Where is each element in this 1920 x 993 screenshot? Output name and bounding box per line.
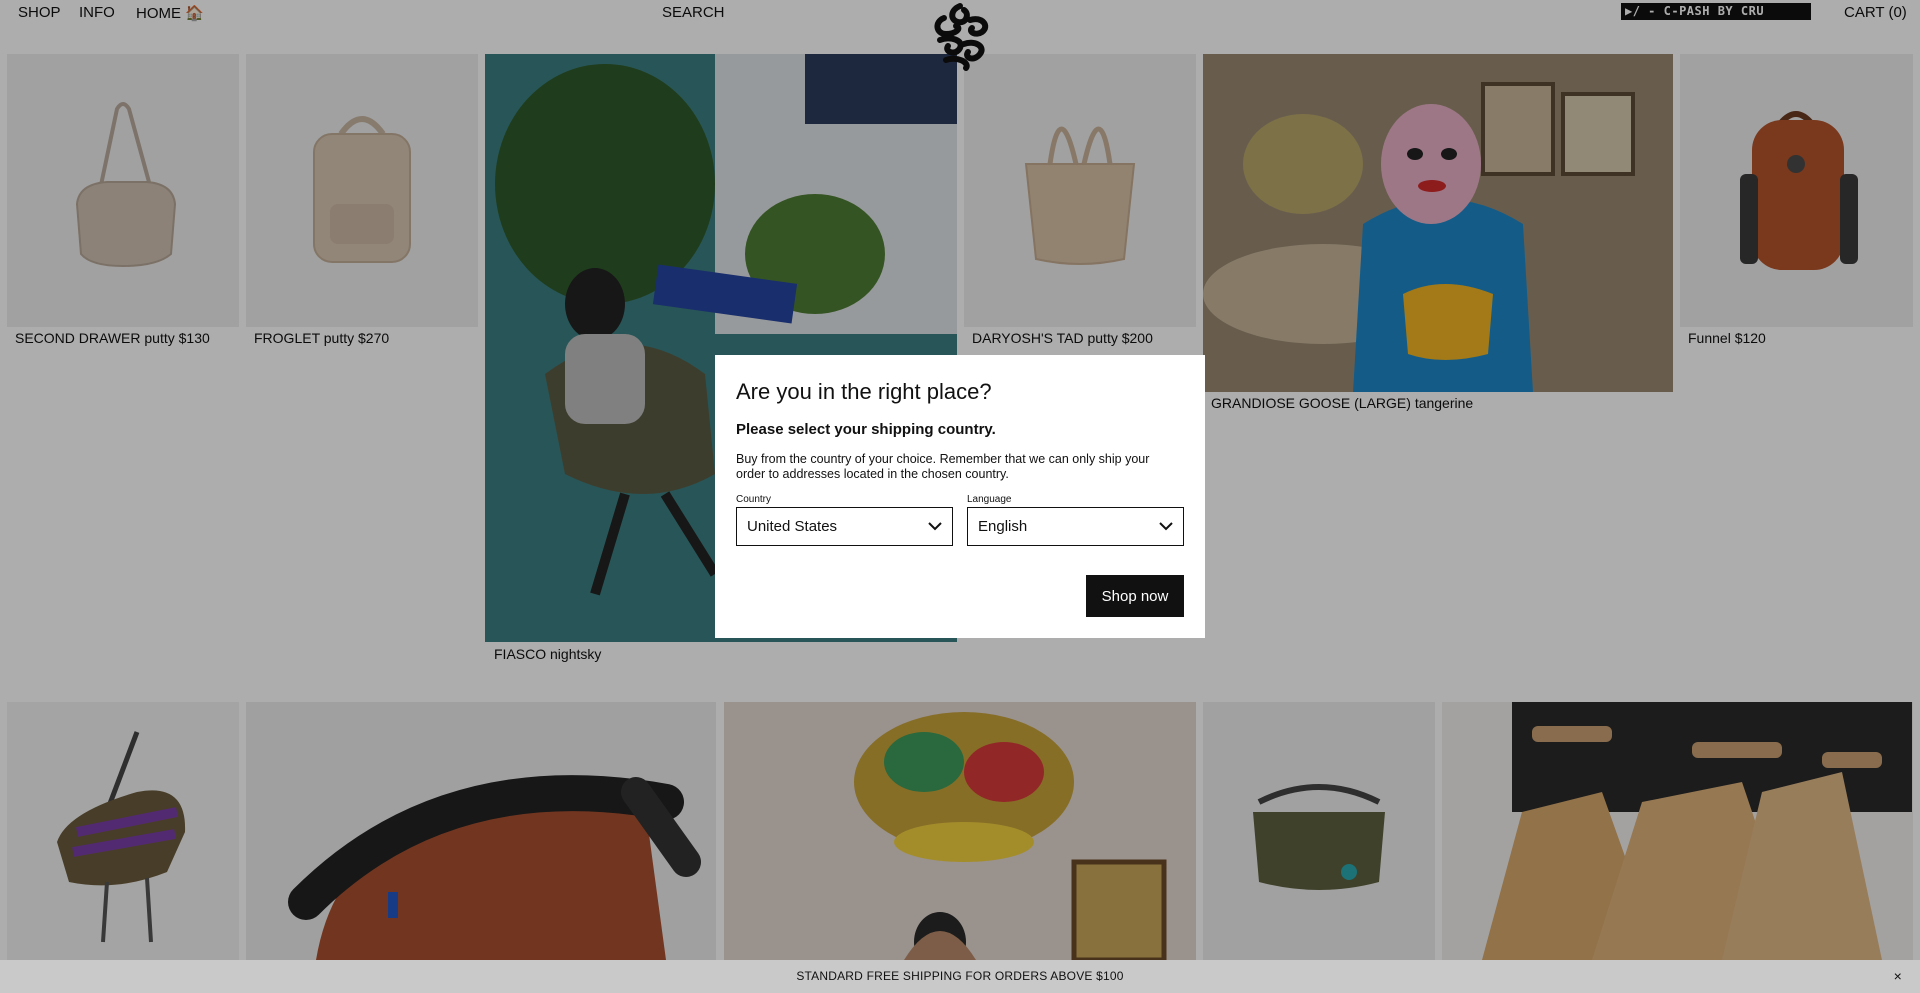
chevron-down-icon	[1159, 522, 1173, 531]
modal-subtitle: Please select your shipping country.	[736, 421, 996, 438]
country-select-group: Country United States	[736, 494, 953, 546]
language-select-value: English	[978, 518, 1028, 535]
language-select-group: Language English	[967, 494, 1184, 546]
modal-title: Are you in the right place?	[736, 379, 992, 404]
close-icon[interactable]: ×	[1894, 960, 1902, 993]
page: SHOP INFO HOME 🏠 SEARCH ▶/ - C-PASH BY C…	[0, 0, 1920, 993]
country-selector-modal: Are you in the right place? Please selec…	[715, 355, 1205, 638]
modal-body-text: Buy from the country of your choice. Rem…	[736, 452, 1150, 481]
country-select[interactable]: United States	[736, 507, 953, 546]
selects-row: Country United States Language English	[736, 494, 1184, 546]
country-select-value: United States	[747, 518, 838, 535]
shipping-banner-text: STANDARD FREE SHIPPING FOR ORDERS ABOVE …	[796, 969, 1124, 983]
language-label: Language	[967, 494, 1012, 505]
country-label: Country	[736, 494, 772, 505]
shipping-banner: STANDARD FREE SHIPPING FOR ORDERS ABOVE …	[0, 960, 1920, 993]
chevron-down-icon	[928, 522, 942, 531]
shop-now-button[interactable]: Shop now	[1086, 575, 1184, 617]
language-select[interactable]: English	[967, 507, 1184, 546]
